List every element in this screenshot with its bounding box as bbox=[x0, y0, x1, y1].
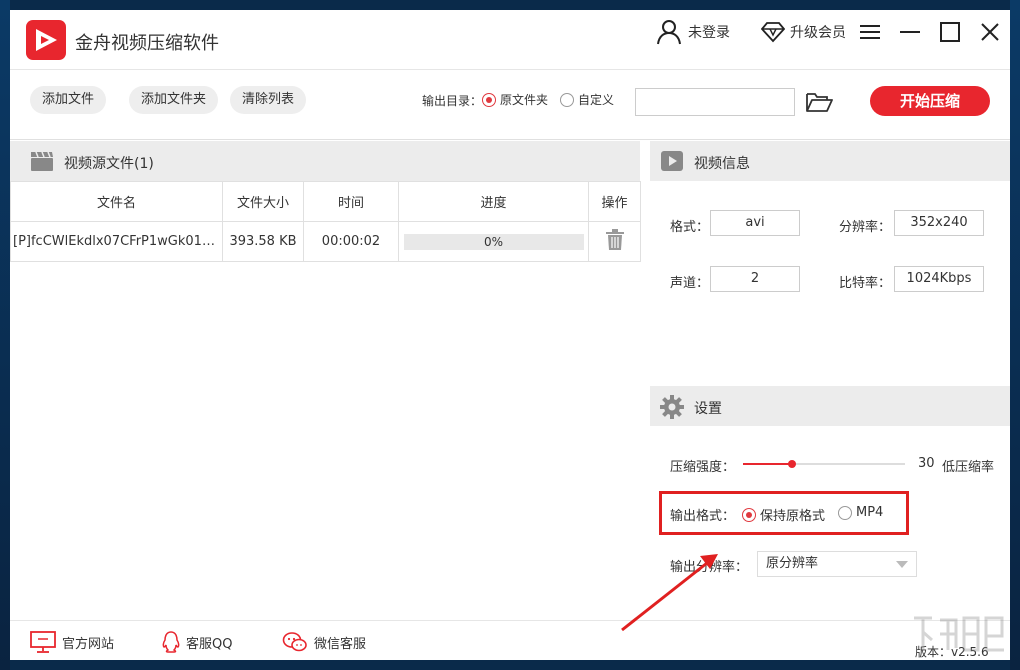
format-keep-original-radio[interactable]: 保持原格式 bbox=[742, 505, 825, 524]
file-action-cell bbox=[588, 221, 641, 262]
toolbar: 添加文件 添加文件夹 清除列表 输出目录： 原文件夹 自定义 开始压缩 bbox=[10, 70, 1010, 140]
monitor-icon bbox=[30, 631, 56, 653]
close-icon[interactable] bbox=[976, 18, 1004, 46]
output-original-folder-label: 原文件夹 bbox=[500, 93, 549, 107]
slider-handle[interactable] bbox=[787, 460, 796, 468]
format-mp4-radio[interactable]: MP4 bbox=[838, 505, 883, 520]
wechat-support-link[interactable]: 微信客服 bbox=[282, 631, 366, 653]
settings-header: 设置 bbox=[650, 386, 1010, 426]
resolution-value: 352x240 bbox=[894, 210, 984, 236]
login-button[interactable]: 未登录 bbox=[656, 18, 730, 46]
gear-icon bbox=[660, 395, 684, 423]
video-play-icon bbox=[660, 150, 684, 176]
watermark-logo bbox=[914, 616, 1004, 652]
compression-strength-desc: 低压缩率 bbox=[942, 460, 995, 475]
radio-selected-icon bbox=[742, 507, 756, 522]
title-bar: 金舟视频压缩软件 未登录 升级会员 bbox=[10, 10, 1010, 70]
maximize-icon[interactable] bbox=[936, 18, 964, 46]
add-folder-button[interactable]: 添加文件夹 bbox=[129, 86, 219, 114]
output-dir-label: 输出目录： bbox=[422, 94, 483, 108]
resolution-label: 分辨率： bbox=[839, 220, 892, 235]
chevron-down-icon bbox=[896, 561, 908, 568]
wechat-support-label: 微信客服 bbox=[314, 636, 367, 652]
user-icon bbox=[657, 20, 681, 45]
output-custom-label: 自定义 bbox=[578, 93, 615, 107]
output-custom-radio[interactable]: 自定义 bbox=[560, 91, 614, 108]
file-name-cell: [P]fcCWlEkdlx07CFrP1wGk010... bbox=[10, 221, 223, 262]
column-header-progress: 进度 bbox=[398, 181, 589, 222]
output-format-label: 输出格式： bbox=[670, 509, 736, 524]
output-resolution-label: 输出分辨率： bbox=[670, 560, 749, 575]
official-website-label: 官方网站 bbox=[62, 636, 115, 652]
login-label: 未登录 bbox=[688, 25, 730, 41]
compression-strength-label: 压缩强度： bbox=[670, 460, 736, 475]
menu-icon[interactable] bbox=[856, 18, 884, 46]
file-table: 文件名 文件大小 时间 进度 操作 [P]fcCWlEkdlx07CFrP1wG… bbox=[10, 181, 641, 262]
compression-strength-value: 30 bbox=[918, 456, 935, 471]
output-resolution-value: 原分辨率 bbox=[766, 556, 819, 571]
qq-penguin-icon bbox=[162, 631, 180, 653]
table-row[interactable]: [P]fcCWlEkdlx07CFrP1wGk010... 393.58 KB … bbox=[10, 221, 641, 262]
wechat-icon bbox=[282, 632, 307, 652]
folder-open-icon[interactable] bbox=[805, 90, 833, 114]
compression-strength-slider[interactable] bbox=[743, 460, 905, 468]
radio-empty-icon bbox=[838, 505, 852, 520]
source-file-title: 视频源文件(1) bbox=[64, 156, 154, 172]
output-path-input[interactable] bbox=[635, 88, 795, 116]
app-title: 金舟视频压缩软件 bbox=[75, 33, 219, 54]
vip-label: 升级会员 bbox=[790, 25, 846, 41]
qq-support-label: 客服QQ bbox=[186, 636, 233, 652]
format-label: 格式： bbox=[670, 220, 710, 235]
table-header-row: 文件名 文件大小 时间 进度 操作 bbox=[10, 181, 641, 222]
desktop-background-left bbox=[0, 0, 10, 670]
minimize-icon[interactable] bbox=[896, 18, 924, 46]
slider-fill bbox=[743, 463, 792, 465]
column-header-filesize: 文件大小 bbox=[222, 181, 304, 222]
app-window: 金舟视频压缩软件 未登录 升级会员 添加文件 添加文件夹 清除列表 输出目录： … bbox=[10, 10, 1010, 660]
file-size-cell: 393.58 KB bbox=[222, 221, 304, 262]
add-file-button[interactable]: 添加文件 bbox=[30, 86, 107, 114]
channels-value: 2 bbox=[710, 266, 800, 292]
file-duration-cell: 00:00:02 bbox=[303, 221, 399, 262]
official-website-link[interactable]: 官方网站 bbox=[30, 631, 114, 653]
radio-empty-icon bbox=[560, 92, 574, 107]
format-mp4-label: MP4 bbox=[856, 505, 884, 520]
bitrate-value: 1024Kbps bbox=[894, 266, 984, 292]
column-header-action: 操作 bbox=[588, 181, 641, 222]
column-header-filename: 文件名 bbox=[10, 181, 223, 222]
video-info-header: 视频信息 bbox=[650, 141, 1010, 181]
output-resolution-select[interactable]: 原分辨率 bbox=[757, 551, 917, 577]
qq-support-link[interactable]: 客服QQ bbox=[162, 631, 232, 653]
column-header-duration: 时间 bbox=[303, 181, 399, 222]
start-compress-button[interactable]: 开始压缩 bbox=[870, 86, 990, 116]
logo-play-icon bbox=[26, 20, 66, 60]
trash-icon[interactable] bbox=[605, 228, 625, 255]
output-original-folder-radio[interactable]: 原文件夹 bbox=[482, 91, 548, 108]
settings-title: 设置 bbox=[694, 401, 722, 417]
bitrate-label: 比特率： bbox=[839, 276, 892, 291]
radio-selected-icon bbox=[482, 92, 496, 107]
desktop-background-right bbox=[1010, 0, 1020, 670]
channels-label: 声道： bbox=[670, 276, 710, 291]
film-clapper-icon bbox=[30, 150, 54, 176]
format-value: avi bbox=[710, 210, 800, 236]
file-progress-cell: 0% bbox=[398, 221, 589, 262]
upgrade-vip-button[interactable]: 升级会员 bbox=[761, 18, 846, 46]
source-file-header: 视频源文件(1) bbox=[10, 141, 640, 181]
format-keep-original-label: 保持原格式 bbox=[760, 509, 826, 524]
diamond-icon bbox=[761, 22, 785, 43]
progress-label: 0% bbox=[483, 234, 504, 249]
source-file-panel: 视频源文件(1) 文件名 文件大小 时间 进度 操作 [P]fcCWlEkdlx… bbox=[10, 141, 641, 621]
progress-bar: 0% bbox=[403, 233, 584, 250]
video-info-title: 视频信息 bbox=[694, 156, 750, 172]
clear-list-button[interactable]: 清除列表 bbox=[230, 86, 307, 114]
footer: 官方网站 客服QQ 微信客服 版本：v2.5.6 bbox=[10, 620, 1010, 660]
